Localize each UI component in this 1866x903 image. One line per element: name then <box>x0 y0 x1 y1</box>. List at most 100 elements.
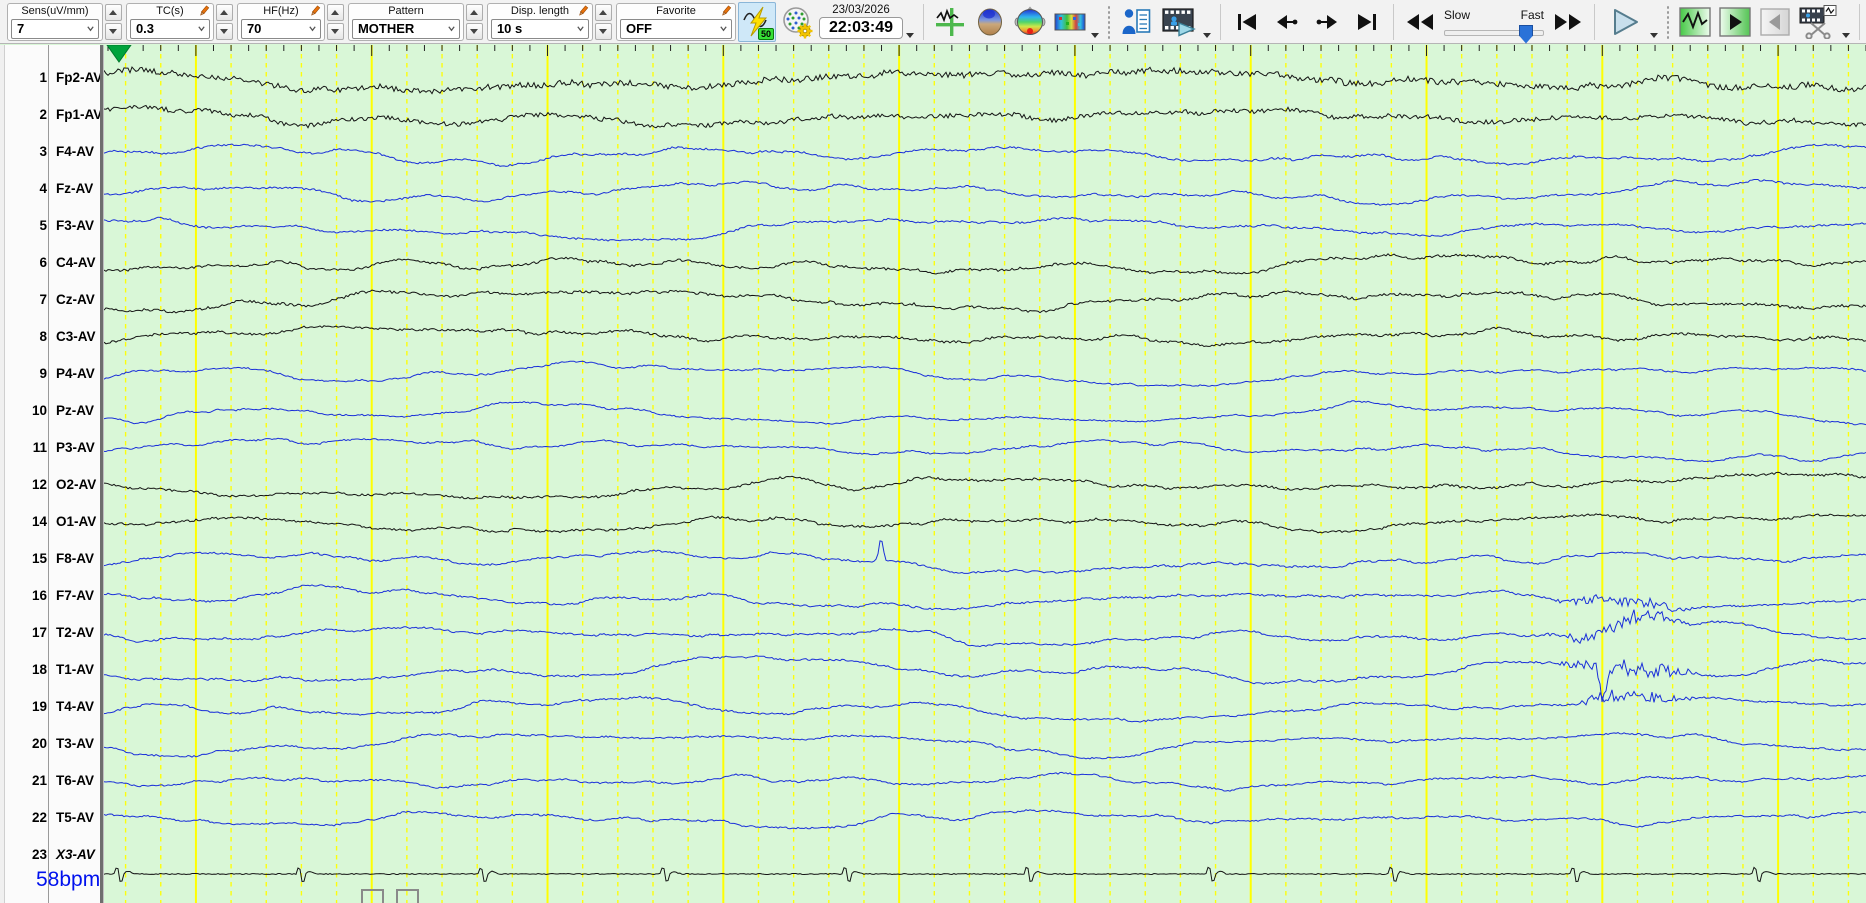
patient-info-button[interactable] <box>1117 2 1155 42</box>
sens-spinner-down[interactable] <box>104 22 122 40</box>
datetime-dropdown-arrow[interactable] <box>906 33 914 38</box>
channel-row[interactable]: 22 T5-AV <box>5 808 94 826</box>
channel-row[interactable]: 14 O1-AV <box>5 512 96 530</box>
edit-pencil-icon[interactable] <box>309 4 321 17</box>
channel-row[interactable]: 21 T6-AV <box>5 771 94 789</box>
tc-spinner-down[interactable] <box>215 22 233 40</box>
channel-label: Fp2-AV <box>56 69 103 85</box>
display-length-group: Disp. length 10 s <box>486 2 593 41</box>
channel-row[interactable]: 16 F7-AV <box>5 586 94 604</box>
eeg-trace-view-button[interactable] <box>931 2 969 42</box>
channel-number: 3 <box>39 143 47 159</box>
slider-slow-label: Slow <box>1444 7 1471 22</box>
channel-label: F4-AV <box>56 143 95 159</box>
video-dropdown-arrow[interactable] <box>1203 33 1211 38</box>
step-forward-icon <box>1316 14 1337 29</box>
channel-row[interactable]: 9 P4-AV <box>5 364 95 382</box>
sens-combobox[interactable]: 7 <box>10 19 99 39</box>
view-modes-dropdown-arrow[interactable] <box>1091 33 1099 38</box>
time-display: 22:03:49 <box>818 17 903 39</box>
channel-row[interactable]: 2 Fp1-AV <box>5 105 102 123</box>
play-backward-review-button[interactable] <box>1756 2 1794 42</box>
toolbar-drag-handle[interactable] <box>2 4 3 39</box>
edit-pencil-icon[interactable] <box>198 4 210 17</box>
channel-row[interactable]: 18 T1-AV <box>5 660 94 678</box>
rewind-icon <box>1407 13 1433 30</box>
favorite-value: OFF <box>625 21 652 37</box>
toolbar-separator <box>1107 4 1111 39</box>
skip-to-end-button[interactable] <box>1348 2 1386 42</box>
skip-start-icon <box>1238 13 1256 30</box>
channel-label: P4-AV <box>56 365 95 381</box>
pattern-spinner-up[interactable] <box>465 3 483 21</box>
notch-filter-50hz-button[interactable]: 50 <box>737 1 776 42</box>
display-length-spinner-up[interactable] <box>594 3 612 21</box>
channel-row[interactable]: 15 F8-AV <box>5 549 94 567</box>
edit-pencil-icon[interactable] <box>577 4 589 17</box>
channel-row[interactable]: 6 C4-AV <box>5 253 96 271</box>
channel-row[interactable]: 8 C3-AV <box>5 327 95 345</box>
skip-to-start-button[interactable] <box>1228 2 1266 42</box>
channel-number: 22 <box>31 809 47 825</box>
step-back-button[interactable] <box>1268 2 1306 42</box>
play-forward-review-button[interactable] <box>1716 2 1754 42</box>
electrode-head-gear-icon <box>783 6 813 38</box>
review-eeg-button[interactable] <box>1676 2 1714 42</box>
display-length-spinner-down[interactable] <box>594 22 612 40</box>
channel-row[interactable]: 10 Pz-AV <box>5 401 94 419</box>
step-forward-button[interactable] <box>1308 2 1346 42</box>
channel-row[interactable]: 19 T4-AV <box>5 697 94 715</box>
eeg-traces-canvas[interactable] <box>104 45 1866 903</box>
channel-label: C4-AV <box>56 254 96 270</box>
channel-label: O1-AV <box>56 513 97 529</box>
hf-spinner-up[interactable] <box>326 3 344 21</box>
fast-forward-button[interactable] <box>1549 2 1587 42</box>
play-backward-disabled-icon <box>1760 7 1790 36</box>
channel-row[interactable]: 23 X3-AV <box>5 845 95 863</box>
clip-video-button[interactable] <box>1796 2 1840 42</box>
hf-spinner-down[interactable] <box>326 22 344 40</box>
channel-row[interactable]: 20 T3-AV <box>5 734 94 752</box>
hf-group: HF(Hz) 70 <box>236 2 325 41</box>
channel-row[interactable]: 1 Fp2-AV <box>5 68 102 86</box>
sens-value: 7 <box>16 21 25 37</box>
speed-slider-track[interactable] <box>1444 24 1544 44</box>
channel-row[interactable]: 7 Cz-AV <box>5 290 94 308</box>
channel-row[interactable]: 5 F3-AV <box>5 216 94 234</box>
pattern-spinner-down[interactable] <box>465 22 483 40</box>
electrode-montage-settings-button[interactable] <box>778 2 816 42</box>
tc-spinner-up[interactable] <box>215 3 233 21</box>
skip-end-icon <box>1358 13 1376 30</box>
channel-row[interactable]: 17 T2-AV <box>5 623 94 641</box>
pattern-combobox[interactable]: MOTHER <box>351 19 460 39</box>
channel-row[interactable]: 12 O2-AV <box>5 475 96 493</box>
sens-spinner-up[interactable] <box>104 3 122 21</box>
brain-map-3d-button[interactable] <box>971 2 1009 42</box>
tc-combobox[interactable]: 0.3 <box>129 19 210 39</box>
channel-number: 18 <box>31 661 47 677</box>
channel-number: 4 <box>39 180 47 196</box>
eeg-trace-area[interactable] <box>104 45 1866 903</box>
channel-row[interactable]: 11 P3-AV <box>5 438 95 456</box>
clip-dropdown-arrow[interactable] <box>1842 33 1850 38</box>
play-button[interactable] <box>1602 2 1648 42</box>
rewind-button[interactable] <box>1401 2 1439 42</box>
channel-label: T5-AV <box>56 809 95 825</box>
topography-map-button[interactable] <box>1011 2 1049 42</box>
event-marker-triangle[interactable] <box>106 45 132 63</box>
favorite-combobox[interactable]: OFF <box>619 19 732 39</box>
hf-value: 70 <box>246 21 262 37</box>
channel-label: O2-AV <box>56 476 97 492</box>
hf-label: HF(Hz) <box>263 4 299 17</box>
spectrogram-dsa-button[interactable] <box>1051 2 1089 42</box>
toolbar-separator <box>1393 3 1394 40</box>
channel-row[interactable]: 4 Fz-AV <box>5 179 93 197</box>
display-length-combobox[interactable]: 10 s <box>490 19 589 39</box>
chevron-down-icon <box>309 26 316 32</box>
edit-pencil-icon[interactable] <box>720 4 732 17</box>
hf-combobox[interactable]: 70 <box>240 19 321 39</box>
play-dropdown-arrow[interactable] <box>1650 33 1658 38</box>
video-playback-button[interactable] <box>1157 2 1201 42</box>
speed-slider-handle[interactable] <box>1519 24 1533 44</box>
channel-row[interactable]: 3 F4-AV <box>5 142 94 160</box>
